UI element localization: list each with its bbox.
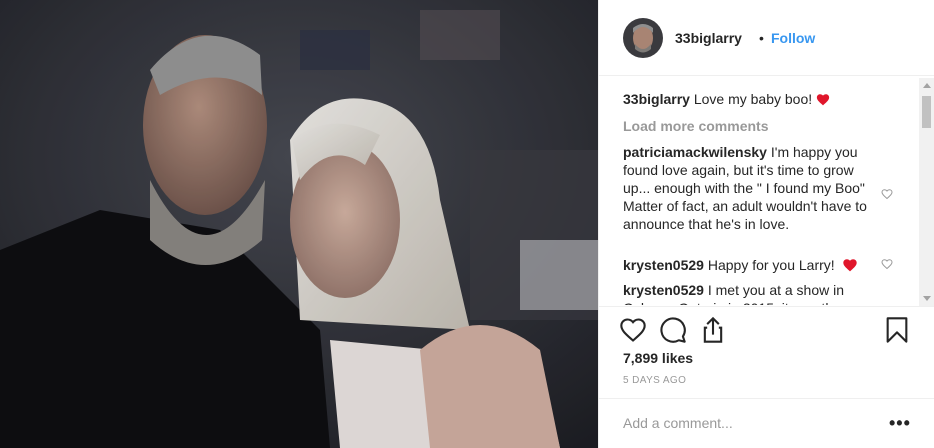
caption-username[interactable]: 33biglarry (623, 91, 690, 107)
post-timestamp[interactable]: 5 DAYS AGO (623, 375, 686, 386)
caption: 33biglarry Love my baby boo! (623, 90, 903, 108)
comment-username[interactable]: krysten0529 (623, 282, 704, 298)
add-comment-bar: Add a comment... ••• (599, 398, 934, 448)
selfie-photo-illustration (0, 0, 598, 448)
avatar-image (623, 18, 663, 58)
action-bar (599, 306, 934, 348)
comment-item: krysten0529 I met you at a show in Oshaw… (623, 281, 873, 305)
caption-text: Love my baby boo! (693, 91, 813, 107)
like-count[interactable]: 7,899 likes (623, 350, 693, 366)
heart-outline-icon[interactable] (619, 316, 647, 344)
post-sidebar: 33biglarry • Follow 33biglarry Love my b… (598, 0, 934, 448)
avatar[interactable] (623, 18, 663, 58)
follow-button[interactable]: Follow (771, 30, 815, 46)
more-options-icon[interactable]: ••• (889, 413, 911, 434)
scroll-down-arrow[interactable] (923, 296, 931, 301)
load-more-comments[interactable]: Load more comments (623, 118, 768, 134)
red-heart-icon (842, 259, 857, 272)
comment-username[interactable]: krysten0529 (623, 257, 704, 273)
post-header: 33biglarry • Follow (599, 0, 934, 76)
comment-item: krysten0529 Happy for you Larry! (623, 256, 873, 274)
comment-like-icon[interactable] (881, 188, 893, 200)
comment-like-icon[interactable] (881, 258, 893, 270)
instagram-post: 33biglarry • Follow 33biglarry Love my b… (0, 0, 934, 448)
comment-text: Happy for you Larry! (707, 257, 835, 273)
header-username[interactable]: 33biglarry (675, 30, 742, 46)
comment-username[interactable]: patriciamackwilensky (623, 144, 767, 160)
comments-scrollbar[interactable] (919, 78, 934, 306)
scroll-up-arrow[interactable] (923, 83, 931, 88)
comment-item: patriciamackwilensky I'm happy you found… (623, 143, 873, 233)
share-upload-icon[interactable] (699, 316, 727, 344)
scrollbar-thumb[interactable] (922, 96, 931, 128)
red-heart-icon (816, 94, 830, 106)
speech-bubble-icon[interactable] (659, 316, 687, 344)
post-photo[interactable] (0, 0, 598, 448)
add-comment-input[interactable]: Add a comment... (623, 415, 733, 431)
bookmark-icon[interactable] (883, 316, 911, 344)
header-separator: • (759, 30, 764, 46)
